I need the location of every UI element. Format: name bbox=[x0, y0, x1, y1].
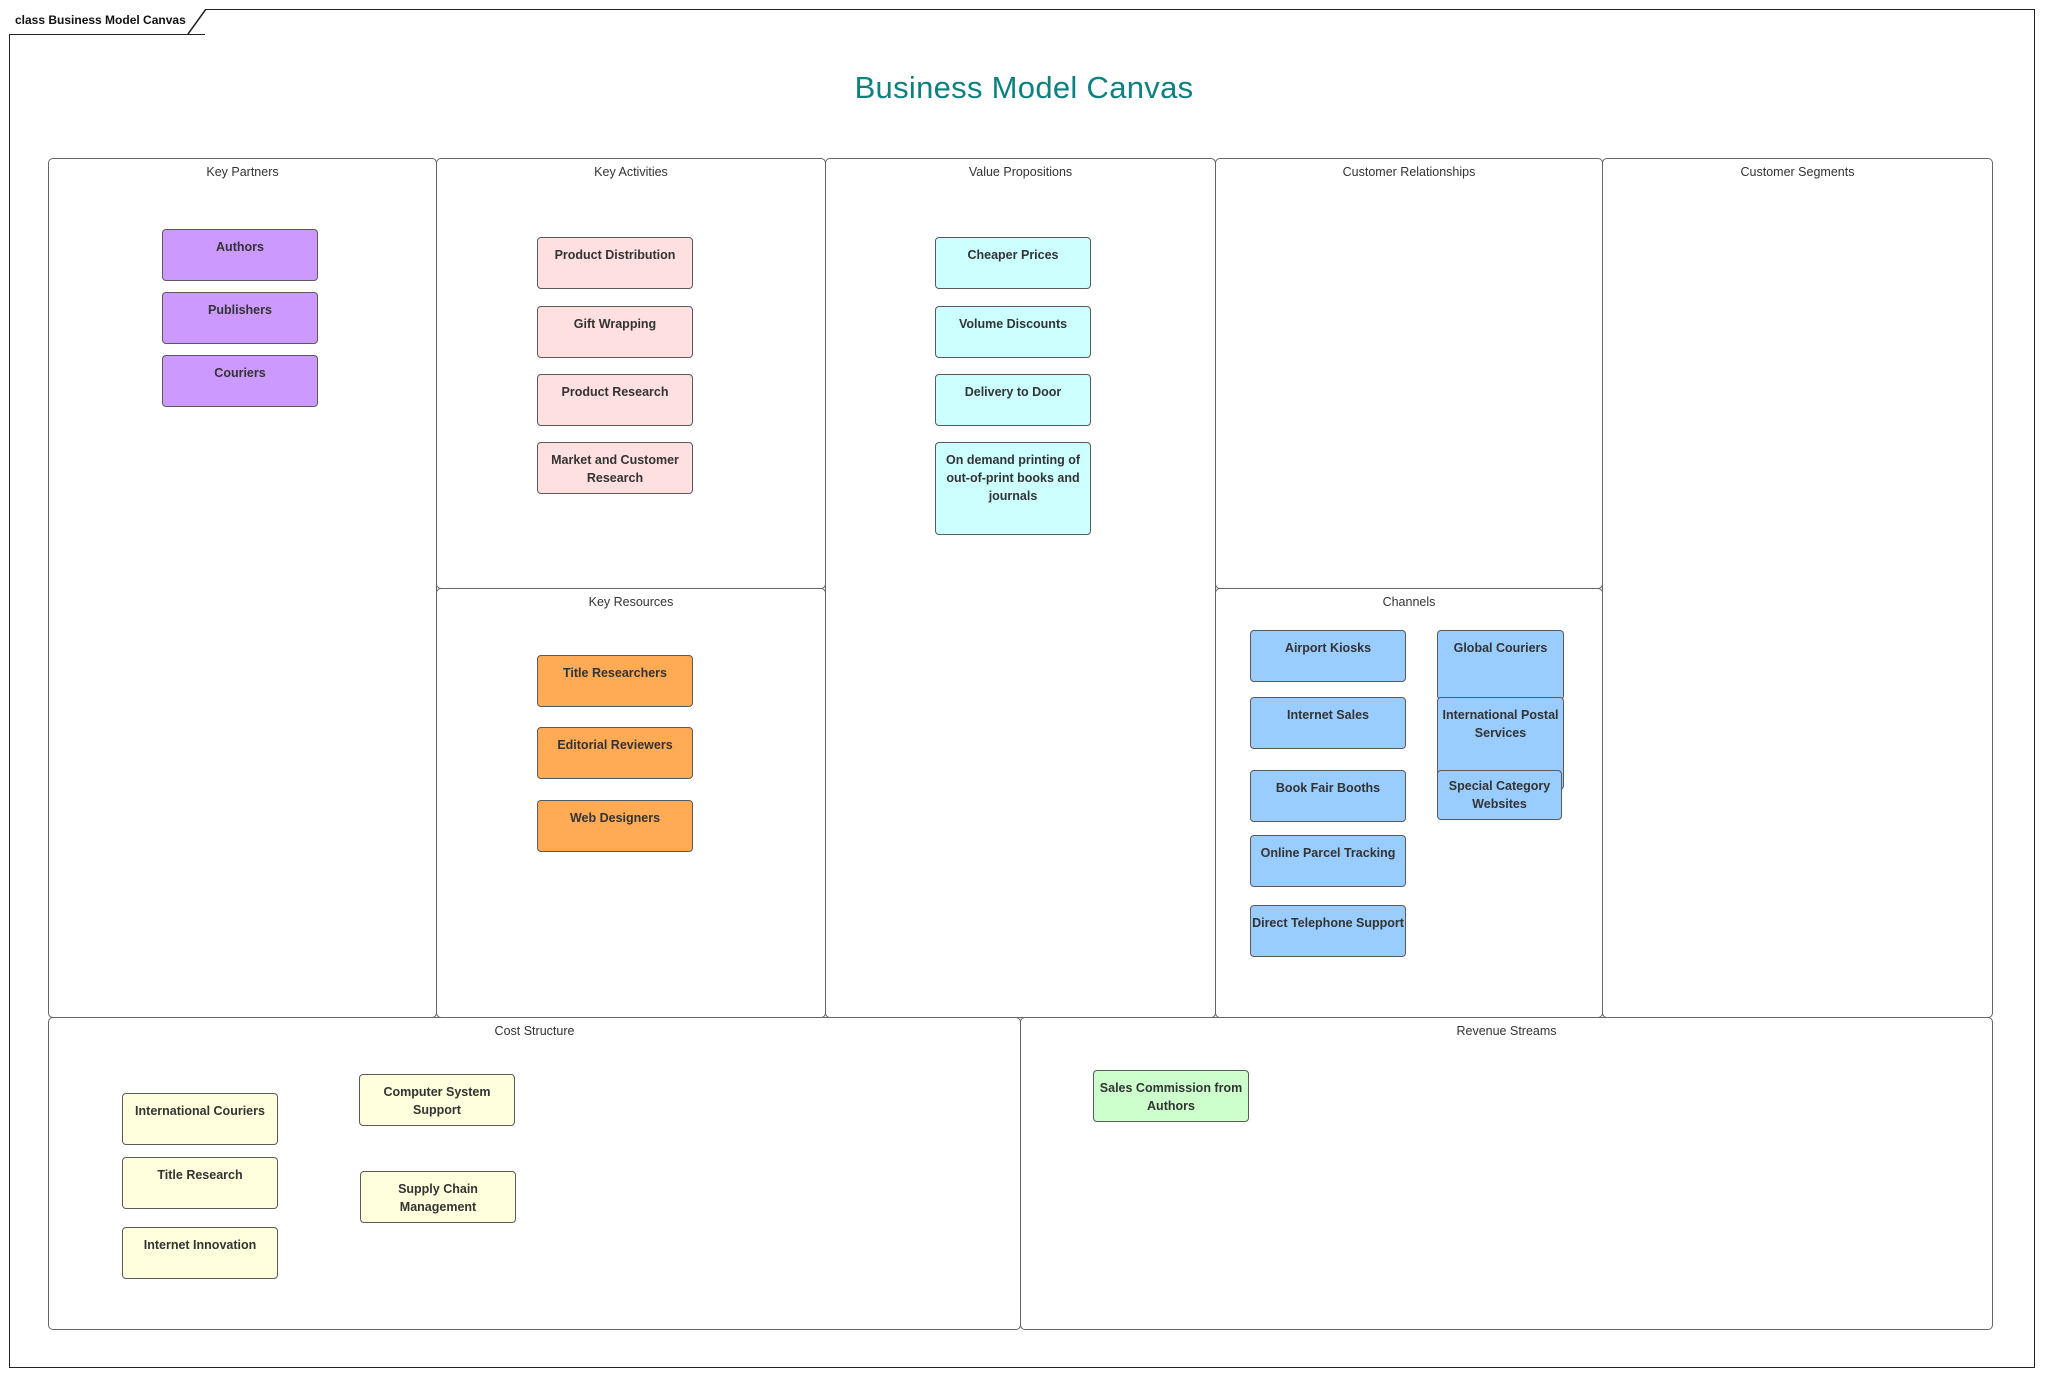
panel-label: Key Resources bbox=[588, 595, 674, 609]
panel-label: Channels bbox=[1382, 595, 1436, 609]
element-book-fair-booths[interactable]: Book Fair Booths bbox=[1250, 770, 1406, 822]
element-airport-kiosks[interactable]: Airport Kiosks bbox=[1250, 630, 1406, 682]
element-editorial-reviewers[interactable]: Editorial Reviewers bbox=[537, 727, 693, 779]
element-on-demand-printing[interactable]: On demand printing of out-of-print books… bbox=[935, 442, 1091, 535]
element-title-research[interactable]: Title Research bbox=[122, 1157, 278, 1209]
element-authors[interactable]: Authors bbox=[162, 229, 318, 281]
element-publishers[interactable]: Publishers bbox=[162, 292, 318, 344]
panel-label: Revenue Streams bbox=[1456, 1024, 1557, 1038]
element-gift-wrapping[interactable]: Gift Wrapping bbox=[537, 306, 693, 358]
diagram-frame-tab: class Business Model Canvas bbox=[9, 9, 205, 35]
panel-label: Key Partners bbox=[206, 165, 279, 179]
diagram-frame-label: class Business Model Canvas bbox=[15, 13, 186, 27]
element-delivery-to-door[interactable]: Delivery to Door bbox=[935, 374, 1091, 426]
element-volume-discounts[interactable]: Volume Discounts bbox=[935, 306, 1091, 358]
panel-label: Value Propositions bbox=[968, 165, 1073, 179]
panel-label: Cost Structure bbox=[494, 1024, 575, 1038]
element-supply-chain-management[interactable]: Supply Chain Management bbox=[360, 1171, 516, 1223]
panel-label: Key Activities bbox=[594, 165, 668, 179]
element-title-researchers[interactable]: Title Researchers bbox=[537, 655, 693, 707]
element-market-customer-research[interactable]: Market and Customer Research bbox=[537, 442, 693, 494]
element-web-designers[interactable]: Web Designers bbox=[537, 800, 693, 852]
element-special-category-websites[interactable]: Special Category Websites bbox=[1437, 770, 1562, 820]
element-direct-telephone-support[interactable]: Direct Telephone Support bbox=[1250, 905, 1406, 957]
panel-revenue-streams[interactable]: Revenue Streams bbox=[1020, 1017, 1993, 1330]
element-sales-commission-from-authors[interactable]: Sales Commission from Authors bbox=[1093, 1070, 1249, 1122]
element-online-parcel-tracking[interactable]: Online Parcel Tracking bbox=[1250, 835, 1406, 887]
element-internet-innovation[interactable]: Internet Innovation bbox=[122, 1227, 278, 1279]
element-internet-sales[interactable]: Internet Sales bbox=[1250, 697, 1406, 749]
panel-label: Customer Relationships bbox=[1342, 165, 1476, 179]
element-product-research[interactable]: Product Research bbox=[537, 374, 693, 426]
frame-tab-corner bbox=[187, 9, 207, 35]
panel-label: Customer Segments bbox=[1740, 165, 1855, 179]
panel-key-partners[interactable]: Key Partners bbox=[48, 158, 437, 1018]
panel-customer-segments[interactable]: Customer Segments bbox=[1602, 158, 1993, 1018]
element-couriers[interactable]: Couriers bbox=[162, 355, 318, 407]
element-product-distribution[interactable]: Product Distribution bbox=[537, 237, 693, 289]
element-computer-system-support[interactable]: Computer System Support bbox=[359, 1074, 515, 1126]
element-cheaper-prices[interactable]: Cheaper Prices bbox=[935, 237, 1091, 289]
element-international-couriers[interactable]: International Couriers bbox=[122, 1093, 278, 1145]
diagram-title: Business Model Canvas bbox=[854, 70, 1194, 105]
element-global-couriers[interactable]: Global Couriers bbox=[1437, 630, 1564, 700]
panel-customer-relationships[interactable]: Customer Relationships bbox=[1215, 158, 1603, 589]
